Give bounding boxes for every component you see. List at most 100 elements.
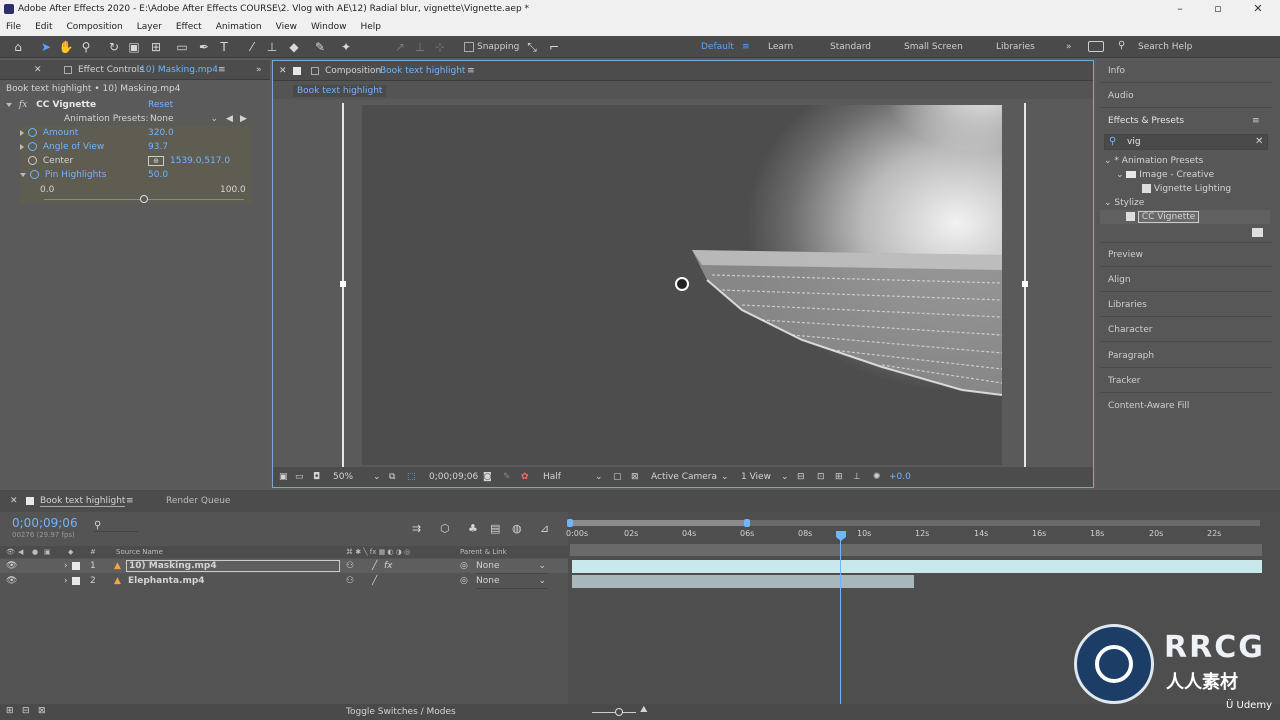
presets-dropdown[interactable]: None ⌄: [150, 112, 220, 127]
color-channel-icon[interactable]: ✿: [521, 467, 529, 487]
zoom-slider-knob[interactable]: [615, 708, 623, 716]
tree-node-vignette-lighting[interactable]: Vignette Lighting: [1142, 184, 1231, 194]
draft-3d-icon[interactable]: ⬡: [440, 522, 450, 535]
shy-layers-icon[interactable]: ♣: [468, 522, 478, 535]
transparency-grid-icon[interactable]: ⊠: [631, 467, 639, 487]
rotation-tool-icon[interactable]: ↻: [106, 39, 122, 55]
close-tab-icon[interactable]: ✕: [34, 60, 42, 80]
audio-toggle-icon[interactable]: ◀: [18, 546, 23, 558]
search-help-field[interactable]: Search Help: [1138, 42, 1192, 52]
navigator-range[interactable]: [570, 520, 748, 526]
workspace-learn[interactable]: Learn: [768, 42, 793, 52]
rectangle-tool-icon[interactable]: ▭: [174, 39, 190, 55]
comp-mini-flowchart-icon[interactable]: ⇉: [412, 522, 421, 535]
video-toggle-icon[interactable]: 👁: [6, 546, 15, 558]
zoom-slider-track[interactable]: [592, 712, 636, 713]
snapshot-icon[interactable]: ◙: [483, 467, 492, 487]
panel-menu-icon[interactable]: ≡: [218, 60, 226, 80]
vr-icon[interactable]: ◘: [313, 467, 320, 487]
menu-edit[interactable]: Edit: [35, 18, 52, 36]
timeline-search-input[interactable]: ⚲: [94, 520, 138, 532]
expand-amount-icon[interactable]: [20, 129, 24, 136]
label-icon[interactable]: ◆: [68, 546, 73, 558]
menu-view[interactable]: View: [276, 18, 297, 36]
viewer-area[interactable]: [273, 99, 1093, 467]
layer-bar-masking[interactable]: [572, 560, 1262, 573]
panel-menu-icon[interactable]: ≡: [126, 496, 134, 506]
layer-row[interactable]: 👁 › 1 ▲ 10) Masking.mp4 ⚇ ╱ fx ◎ None ⌄: [0, 559, 568, 574]
comp-tab-name[interactable]: Book text highlight: [380, 61, 465, 81]
workspace-libraries[interactable]: Libraries: [996, 42, 1035, 52]
graph-editor-icon[interactable]: ⊿: [540, 522, 549, 535]
label-color-swatch[interactable]: [72, 562, 80, 570]
layer-name[interactable]: Elephanta.mp4: [128, 574, 205, 588]
menu-help[interactable]: Help: [360, 18, 381, 36]
exposure-reset-icon[interactable]: ✺: [873, 467, 881, 487]
home-icon[interactable]: ⌂: [10, 39, 26, 55]
zoom-value[interactable]: 50%: [333, 467, 353, 487]
param-amount-value[interactable]: 320.0: [148, 126, 174, 140]
libraries-panel-tab[interactable]: Libraries: [1108, 300, 1147, 310]
solo-toggle-icon[interactable]: ●: [32, 546, 38, 558]
slider-knob[interactable]: [140, 195, 148, 203]
lock-icon[interactable]: [64, 66, 72, 74]
effects-presets-panel-tab[interactable]: Effects & Presets: [1108, 116, 1184, 126]
menu-composition[interactable]: Composition: [67, 18, 123, 36]
maximize-button[interactable]: ▫: [1198, 0, 1238, 18]
tree-node-image-creative[interactable]: ⌄ Image - Creative: [1116, 170, 1214, 180]
axis-local-icon[interactable]: ↗: [392, 39, 408, 55]
audio-panel-tab[interactable]: Audio: [1108, 91, 1134, 101]
tree-node-animation-presets[interactable]: ⌄ * Animation Presets: [1104, 156, 1203, 166]
preview-panel-tab[interactable]: Preview: [1108, 250, 1143, 260]
snapping-checkbox[interactable]: [464, 42, 474, 52]
stopwatch-icon[interactable]: [28, 156, 37, 165]
effect-controls-tab-file[interactable]: 10) Masking.mp4: [140, 60, 218, 80]
layer-row[interactable]: 👁 › 2 ▲ Elephanta.mp4 ⚇ ╱ ◎ None ⌄: [0, 574, 568, 589]
panel-menu-icon[interactable]: ≡: [1252, 116, 1260, 126]
exposure-value[interactable]: +0.0: [889, 467, 911, 487]
center-crosshair-icon[interactable]: ⊕: [148, 156, 164, 166]
character-panel-tab[interactable]: Character: [1108, 325, 1152, 335]
info-panel-tab[interactable]: Info: [1108, 66, 1125, 76]
workspace-menu-icon[interactable]: ≡: [742, 42, 750, 52]
brush-tool-icon[interactable]: ⁄: [244, 39, 260, 55]
workspace-small-screen[interactable]: Small Screen: [904, 42, 963, 52]
paragraph-panel-tab[interactable]: Paragraph: [1108, 351, 1154, 361]
close-button[interactable]: ✕: [1238, 0, 1278, 18]
minimize-button[interactable]: –: [1160, 0, 1200, 18]
resolution-value[interactable]: Half: [543, 467, 561, 487]
fx-icon[interactable]: fx: [19, 100, 27, 110]
pan-behind-tool-icon[interactable]: ⊞: [148, 39, 164, 55]
source-name-header[interactable]: Source Name: [116, 546, 163, 558]
playhead-line[interactable]: [840, 540, 841, 704]
render-queue-tab[interactable]: Render Queue: [166, 496, 230, 506]
flowchart-icon[interactable]: ⊥: [853, 467, 861, 487]
camera-tool-icon[interactable]: ▣: [126, 39, 142, 55]
zoom-tool-icon[interactable]: ⚲: [78, 39, 94, 55]
param-angle-value[interactable]: 93.7: [148, 140, 168, 154]
previous-preset-icon[interactable]: ◀: [226, 112, 233, 126]
lock-toggle-icon[interactable]: ▣: [44, 546, 51, 558]
parent-pickwhip-icon[interactable]: ◎: [460, 574, 468, 588]
clear-search-icon[interactable]: ✕: [1255, 136, 1263, 147]
layer-switches-icon[interactable]: ⊞: [6, 706, 14, 716]
show-snapshot-icon[interactable]: ✎: [503, 467, 511, 487]
panel-menu-icon[interactable]: ≡: [467, 61, 475, 81]
resolution-frame-icon[interactable]: ⧉: [389, 467, 395, 487]
menu-window[interactable]: Window: [311, 18, 347, 36]
toggle-switches-modes[interactable]: Toggle Switches / Modes: [346, 707, 456, 717]
next-preset-icon[interactable]: ▶: [240, 112, 247, 126]
expand-layer-icon[interactable]: ›: [64, 559, 68, 573]
views-value[interactable]: 1 View: [741, 467, 771, 487]
collapse-panel-icon[interactable]: [1088, 41, 1104, 52]
workspace-default[interactable]: Default: [701, 42, 734, 52]
navigator-handle-start[interactable]: [567, 519, 573, 527]
clone-stamp-tool-icon[interactable]: ⊥: [264, 39, 280, 55]
close-tab-icon[interactable]: ✕: [279, 61, 287, 81]
label-color-swatch[interactable]: [72, 577, 80, 585]
navigator-handle-end[interactable]: [744, 519, 750, 527]
toggle-pixel-icon[interactable]: ⊟: [797, 467, 805, 487]
tree-node-cc-vignette[interactable]: CC Vignette: [1126, 211, 1200, 223]
chevron-down-icon[interactable]: ⌄: [721, 467, 729, 487]
parent-link-header[interactable]: Parent & Link: [460, 546, 507, 558]
